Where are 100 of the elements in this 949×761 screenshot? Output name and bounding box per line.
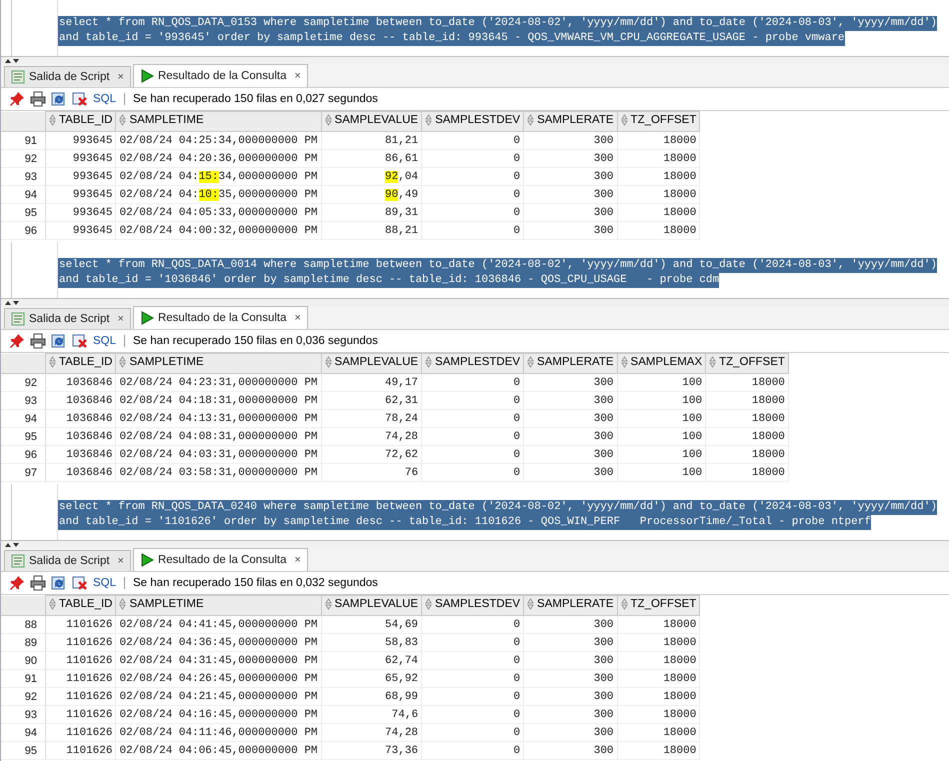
tab[interactable]: Salida de Script ×: [4, 308, 131, 329]
table-cell: 0: [422, 222, 524, 240]
column-header[interactable]: SAMPLEVALUE: [321, 354, 422, 374]
delete-icon[interactable]: [72, 575, 88, 591]
refresh-icon[interactable]: [51, 575, 67, 591]
sort-icon: [119, 114, 126, 126]
table-cell: 993645: [46, 186, 116, 204]
table-cell: 300: [524, 186, 618, 204]
tab[interactable]: Salida de Script ×: [4, 66, 131, 87]
column-header[interactable]: SAMPLETIME: [116, 596, 322, 616]
column-header[interactable]: TABLE_ID: [46, 354, 116, 374]
table-cell: 68,99: [321, 688, 422, 706]
row-number: 96: [1, 222, 46, 240]
column-header[interactable]: TABLE_ID: [46, 596, 116, 616]
tab[interactable]: Resultado de la Consulta ×: [132, 64, 308, 87]
table-cell: 0: [422, 204, 524, 222]
sql-link[interactable]: SQL: [93, 335, 116, 347]
column-header[interactable]: SAMPLEVALUE: [321, 112, 422, 132]
split-arrows-icon[interactable]: [5, 58, 21, 64]
table-cell: 0: [422, 652, 524, 670]
sort-icon: [119, 356, 126, 368]
column-header[interactable]: SAMPLETIME: [116, 112, 322, 132]
table-cell: 02/08/24 04:15:34,000000000 PM: [116, 168, 322, 186]
table-cell: 300: [524, 724, 618, 742]
delete-icon[interactable]: [72, 333, 88, 349]
row-number: 89: [1, 634, 46, 652]
column-header[interactable]: SAMPLERATE: [524, 596, 618, 616]
table-cell: 1101626: [46, 652, 116, 670]
pin-icon[interactable]: [9, 91, 25, 107]
table-cell: 993645: [46, 204, 116, 222]
table-cell: 1101626: [46, 724, 116, 742]
row-number: 92: [1, 374, 46, 392]
status-text: Se han recuperado 150 filas en 0,032 segundos: [133, 577, 378, 589]
table-cell: 02/08/24 04:26:45,000000000 PM: [116, 670, 322, 688]
table-cell: 02/08/24 04:11:46,000000000 PM: [116, 724, 322, 742]
row-number: 94: [1, 724, 46, 742]
sort-icon: [527, 114, 534, 126]
table-cell: 81,21: [321, 132, 422, 150]
table-cell: 18000: [617, 150, 700, 168]
column-header[interactable]: TZ_OFFSET: [617, 112, 700, 132]
tab[interactable]: Resultado de la Consulta ×: [132, 548, 308, 571]
table-cell: 0: [422, 670, 524, 688]
refresh-icon[interactable]: [51, 333, 67, 349]
table-cell: 74,28: [321, 724, 422, 742]
table-cell: 300: [524, 222, 618, 240]
table-cell: 0: [422, 446, 524, 464]
column-header[interactable]: SAMPLEVALUE: [321, 596, 422, 616]
table-cell: 1101626: [46, 742, 116, 760]
table-cell: 18000: [617, 132, 700, 150]
table-cell: 02/08/24 04:41:45,000000000 PM: [116, 616, 322, 634]
table-cell: 300: [524, 410, 618, 428]
column-header[interactable]: SAMPLEMAX: [617, 354, 706, 374]
print-icon[interactable]: [30, 575, 46, 591]
table-cell: 02/08/24 04:05:33,000000000 PM: [116, 204, 322, 222]
print-icon[interactable]: [30, 91, 46, 107]
tab[interactable]: Resultado de la Consulta ×: [132, 306, 308, 329]
row-number: 90: [1, 652, 46, 670]
refresh-icon[interactable]: [51, 91, 67, 107]
sort-icon: [425, 598, 432, 610]
sort-icon: [425, 114, 432, 126]
pin-icon[interactable]: [9, 575, 25, 591]
split-arrows-icon[interactable]: [5, 300, 21, 306]
table-cell: 0: [422, 392, 524, 410]
table-cell: 0: [422, 374, 524, 392]
table-cell: 18000: [617, 652, 700, 670]
table-cell: 993645: [46, 222, 116, 240]
print-icon[interactable]: [30, 333, 46, 349]
table-cell: 300: [524, 132, 618, 150]
table-cell: 18000: [706, 374, 788, 392]
pin-icon[interactable]: [9, 333, 25, 349]
table-cell: 72,62: [321, 446, 422, 464]
row-number: 93: [1, 706, 46, 724]
column-header[interactable]: TABLE_ID: [46, 112, 116, 132]
table-cell: 0: [422, 464, 524, 482]
column-header[interactable]: SAMPLERATE: [524, 354, 618, 374]
sort-icon: [620, 114, 628, 126]
table-cell: 92,04: [321, 168, 422, 186]
table-cell: 0: [422, 706, 524, 724]
column-header[interactable]: SAMPLETIME: [116, 354, 322, 374]
delete-icon[interactable]: [72, 91, 88, 107]
column-header[interactable]: SAMPLESTDEV: [422, 354, 524, 374]
table-cell: 1036846: [46, 410, 116, 428]
column-header[interactable]: SAMPLERATE: [524, 112, 618, 132]
sql-link[interactable]: SQL: [93, 577, 116, 589]
row-number: 88: [1, 616, 46, 634]
tab[interactable]: Salida de Script ×: [4, 550, 131, 571]
table-cell: 02/08/24 04:31:45,000000000 PM: [116, 652, 322, 670]
sort-icon: [620, 356, 628, 368]
column-header[interactable]: SAMPLESTDEV: [422, 112, 524, 132]
table-cell: 62,74: [321, 652, 422, 670]
table-cell: 02/08/24 04:13:31,000000000 PM: [116, 410, 322, 428]
split-arrows-icon[interactable]: [5, 542, 21, 548]
table-cell: 300: [524, 168, 618, 186]
column-header[interactable]: TZ_OFFSET: [706, 354, 788, 374]
table-cell: 18000: [617, 724, 700, 742]
column-header[interactable]: TZ_OFFSET: [617, 596, 700, 616]
table-cell: 0: [422, 428, 524, 446]
column-header[interactable]: SAMPLESTDEV: [422, 596, 524, 616]
sql-link[interactable]: SQL: [93, 93, 116, 105]
table-cell: 100: [617, 446, 706, 464]
